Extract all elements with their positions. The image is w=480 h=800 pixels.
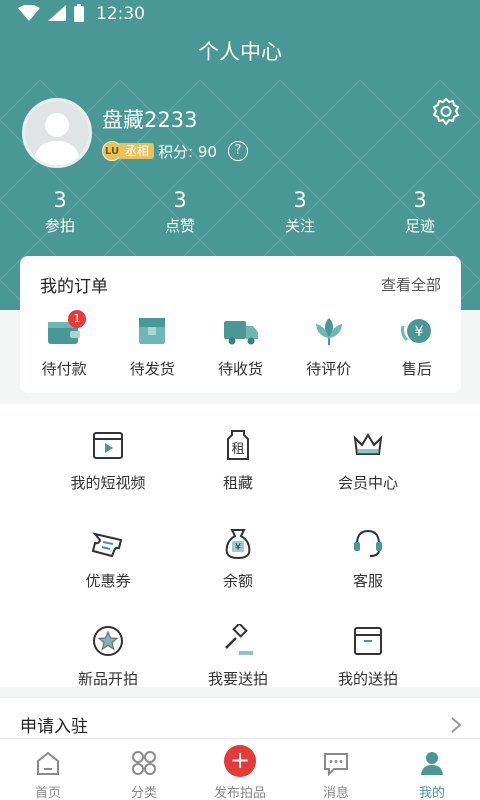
page-title: 个人中心 [198, 40, 282, 64]
tab-label: 发布拍品 [213, 786, 266, 800]
tab-publish[interactable]: + 发布拍品 [192, 739, 288, 800]
service-consign[interactable]: 我要送拍 [173, 622, 303, 689]
star-badge-icon [93, 626, 123, 656]
stat-follow[interactable]: 3 关注 [240, 186, 360, 242]
lotus-icon [315, 318, 342, 345]
username: 盘藏2233 [102, 108, 198, 132]
service-membership[interactable]: 会员中心 [303, 428, 433, 493]
tab-mine[interactable]: 我的 [384, 739, 480, 800]
signal-icon [48, 5, 66, 21]
chevron-right-icon [451, 717, 462, 733]
tab-messages[interactable]: 消息 [288, 739, 384, 800]
service-customer-support[interactable]: 客服 [303, 526, 433, 591]
battery-icon [74, 4, 84, 22]
tab-label: 分类 [130, 786, 157, 800]
order-status-row: 1 待付款 待发货 待收货 待评价 ¥ 售后 [20, 310, 461, 379]
stats-row: 3 参拍 3 点赞 3 关注 3 足迹 [0, 186, 480, 242]
rank-label: 丞相 [119, 143, 155, 159]
message-icon [324, 753, 348, 777]
order-label: 售后 [401, 360, 432, 378]
stat-value: 3 [53, 188, 67, 212]
service-label: 我的短视频 [70, 474, 146, 492]
service-label: 会员中心 [337, 474, 398, 492]
tab-category[interactable]: 分类 [96, 739, 192, 800]
service-label: 客服 [352, 572, 383, 590]
stat-label: 足迹 [404, 217, 435, 235]
avatar[interactable] [22, 98, 92, 168]
status-time: 12:30 [96, 4, 145, 24]
service-coupon[interactable]: 优惠券 [43, 526, 173, 591]
service-balance[interactable]: ¥ 余额 [173, 526, 303, 591]
view-all-orders-link[interactable]: 查看全部 [381, 274, 441, 295]
service-new-auction[interactable]: 新品开拍 [43, 624, 173, 689]
services-panel: 我的短视频 租 租藏 会员中心 优惠券 ¥ 余额 客服 新品开拍 我要送拍 我的… [0, 404, 480, 689]
help-icon[interactable]: ? [228, 141, 248, 161]
gear-icon[interactable] [430, 96, 462, 128]
service-label: 我的送拍 [337, 670, 398, 688]
services-grid: 我的短视频 租 租藏 会员中心 优惠券 ¥ 余额 客服 新品开拍 我要送拍 我的… [43, 428, 433, 689]
pending-payment-badge: 1 [68, 310, 86, 328]
order-label: 待发货 [129, 360, 175, 378]
level-badge: LU 丞相 [102, 141, 155, 161]
home-icon [37, 751, 59, 775]
service-short-video[interactable]: 我的短视频 [43, 428, 173, 493]
default-avatar-icon [25, 101, 89, 165]
plus-icon: + [224, 745, 256, 777]
stat-label: 点赞 [164, 217, 195, 235]
stat-label: 参拍 [44, 217, 75, 235]
order-pending-receipt[interactable]: 待收货 [196, 314, 284, 379]
tab-label: 首页 [34, 786, 61, 800]
money-bag-icon: ¥ [225, 529, 251, 560]
order-pending-review[interactable]: 待评价 [285, 314, 373, 379]
orders-title: 我的订单 [40, 277, 108, 297]
stat-value: 3 [173, 188, 187, 212]
service-label: 余额 [222, 572, 253, 590]
yuan-refund-icon: ¥ [400, 319, 431, 343]
order-label: 待收货 [218, 360, 264, 378]
category-icon [132, 751, 156, 775]
status-icons [18, 4, 84, 22]
apply-settle-label: 申请入驻 [20, 717, 88, 737]
order-pending-payment[interactable]: 1 待付款 [20, 310, 108, 379]
rent-jar-icon: 租 [227, 430, 249, 460]
rent-glyph: 租 [231, 442, 244, 457]
crown-icon [353, 433, 383, 455]
stat-bid[interactable]: 3 参拍 [0, 186, 120, 242]
order-label: 待评价 [306, 360, 352, 378]
bottom-tab-bar: 首页 分类 + 发布拍品 消息 我的 [0, 738, 480, 800]
order-pending-shipment[interactable]: 待发货 [108, 314, 196, 379]
service-label: 优惠券 [85, 572, 131, 590]
box-icon [354, 627, 382, 655]
order-label: 待付款 [41, 360, 87, 378]
service-my-consignments[interactable]: 我的送拍 [303, 624, 433, 689]
user-icon [421, 752, 443, 775]
status-bar: 12:30 [0, 0, 480, 30]
stat-value: 3 [293, 188, 307, 212]
service-label: 我要送拍 [207, 670, 268, 688]
stat-like[interactable]: 3 点赞 [120, 186, 240, 242]
headset-icon [354, 529, 382, 557]
service-rent[interactable]: 租 租藏 [173, 428, 303, 493]
orders-card: 我的订单 查看全部 1 待付款 待发货 待收货 待评价 ¥ 售后 [20, 256, 461, 393]
yuan-glyph: ¥ [414, 324, 423, 340]
service-label: 新品开拍 [77, 670, 138, 688]
gavel-icon [225, 622, 253, 655]
truck-icon [223, 321, 258, 345]
tab-label: 我的 [418, 786, 445, 800]
video-icon [93, 432, 123, 459]
yuan-glyph: ¥ [235, 542, 241, 553]
package-icon [139, 318, 166, 344]
stat-label: 关注 [284, 217, 315, 235]
order-after-sale[interactable]: ¥ 售后 [373, 314, 461, 379]
tab-home[interactable]: 首页 [0, 739, 96, 800]
tab-label: 消息 [322, 786, 349, 800]
stat-value: 3 [413, 188, 427, 212]
wifi-icon [18, 5, 40, 21]
points-text: 积分: 90 [158, 143, 217, 161]
stat-footprint[interactable]: 3 足迹 [360, 186, 480, 242]
service-label: 租藏 [222, 474, 253, 492]
apply-settle-row[interactable]: 申请入驻 [0, 698, 480, 740]
coupon-icon [91, 532, 123, 558]
